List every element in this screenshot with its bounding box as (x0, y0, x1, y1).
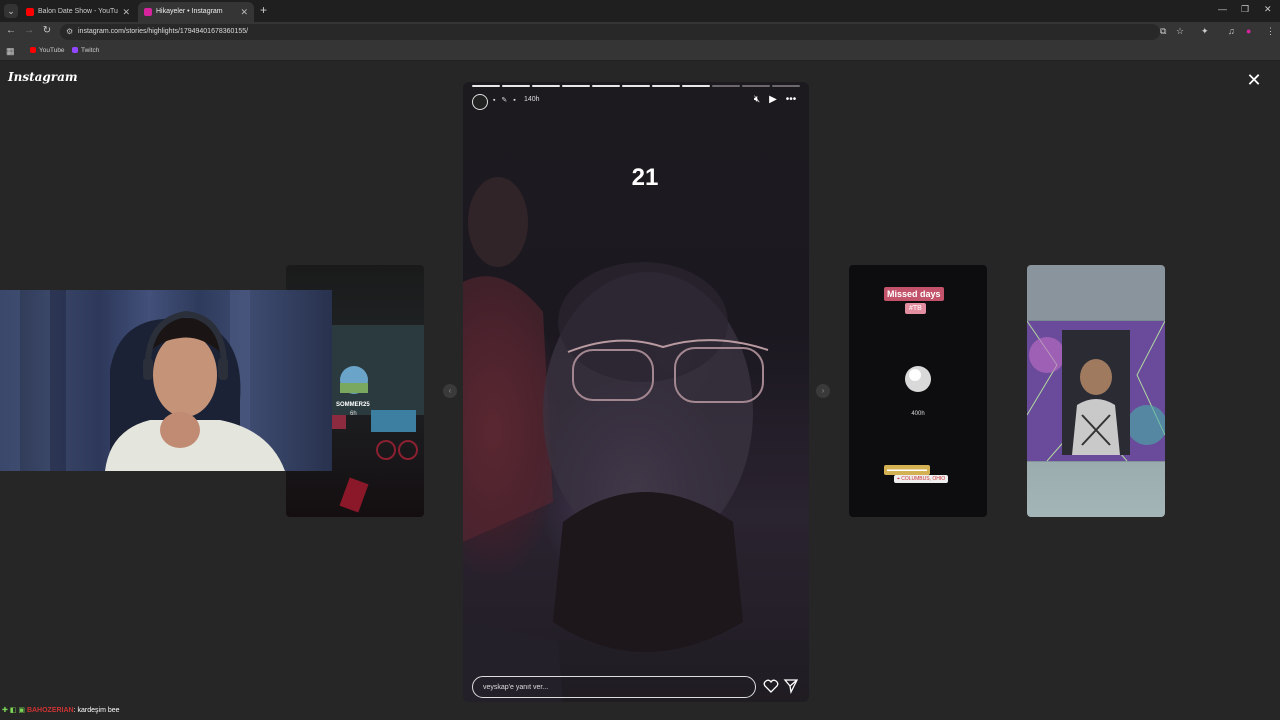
window-close-icon[interactable]: ✕ (1264, 4, 1272, 15)
browser-toolbar: ← → ↻ ⚙ instagram.com/stories/highlights… (0, 22, 1280, 42)
tab-close-icon[interactable]: ✕ (122, 2, 130, 22)
bookmark-youtube[interactable]: YouTube (30, 42, 65, 60)
address-bar[interactable]: ⚙ instagram.com/stories/highlights/17949… (60, 24, 1160, 40)
new-tab-button[interactable]: + (260, 3, 267, 17)
stream-chat-line: ✚ ◧ ▣ BAHOZERIAN: kardeşim bee (2, 706, 120, 714)
menu-kebab-icon[interactable]: ⋮ (1266, 26, 1275, 37)
tab-youtube[interactable]: Balon Date Show - YouTube ✕ (20, 2, 136, 22)
install-app-icon[interactable]: ⧉ (1160, 26, 1166, 37)
chat-badges: ✚ ◧ ▣ (2, 707, 25, 714)
streamer-webcam (0, 290, 332, 471)
profile-icon[interactable]: ● (1246, 26, 1251, 36)
tab-search-button[interactable]: ⌄ (4, 4, 18, 18)
send-icon[interactable] (783, 678, 799, 694)
bookmark-star-icon[interactable]: ☆ (1176, 26, 1184, 37)
site-info-icon[interactable]: ⚙ (66, 24, 73, 40)
bookmark-twitch[interactable]: Twitch (72, 42, 99, 60)
previous-arrow-icon[interactable]: ‹ (443, 384, 457, 398)
preview-mention-sticker: ▬▬▬▬▬▬▬▬ (884, 465, 930, 475)
chat-message: : kardeşim bee (73, 707, 120, 714)
story-number-sticker: 21 (631, 164, 659, 191)
heart-icon[interactable] (763, 678, 779, 694)
next-story-preview-2[interactable] (1027, 265, 1165, 517)
twitch-bookmark-icon (72, 47, 78, 54)
media-control-icon[interactable]: ♫ (1228, 26, 1235, 36)
reload-icon[interactable]: ↻ (40, 25, 54, 36)
instagram-logo[interactable]: Instagram (8, 70, 78, 84)
extensions-icon[interactable]: ✦ (1201, 26, 1209, 37)
glasses-shape (567, 339, 769, 403)
youtube-favicon-icon (26, 8, 34, 16)
close-story-icon[interactable]: ✕ (1244, 70, 1264, 90)
bookmark-twitch-label: Twitch (81, 47, 100, 54)
instagram-favicon-icon (144, 8, 152, 16)
active-story[interactable]: ▪ ✎ ▪ 140h 🔇︎ ▶ ••• 21 veyskap'e yanıt v… (463, 82, 809, 702)
bookmarks-bar: ▦ YouTube Twitch (0, 42, 1280, 61)
minimize-icon[interactable]: — (1218, 4, 1227, 14)
tab-strip: ⌄ Balon Date Show - YouTube ✕ Hikayeler … (0, 0, 1280, 22)
apps-grid-icon[interactable]: ▦ (6, 42, 15, 60)
webcam-person-image (0, 290, 285, 471)
bookmark-youtube-label: YouTube (39, 47, 65, 54)
preview-username: SOMMER25 (336, 402, 370, 408)
next-arrow-icon[interactable]: › (816, 384, 830, 398)
preview-location-sticker: ⌖ COLUMBUS, OHIO (894, 475, 949, 483)
tab-close-icon[interactable]: ✕ (240, 2, 248, 22)
chat-username: BAHOZERIAN (26, 707, 74, 714)
forward-icon[interactable]: → (22, 25, 36, 36)
tab-instagram-title: Hikayeler • Instagram (156, 8, 223, 15)
restore-icon[interactable]: ❐ (1241, 4, 1249, 15)
tab-instagram[interactable]: Hikayeler • Instagram ✕ (138, 2, 254, 22)
reply-input[interactable]: veyskap'e yanıt ver... (472, 676, 756, 698)
psychedelic-art-image (1027, 320, 1165, 462)
preview-time: 6h (350, 411, 357, 417)
next-story-preview[interactable]: Missed days #TB 400h ▬▬▬▬▬▬▬▬ ⌖ COLUMBUS… (849, 265, 987, 517)
preview-location: COLUMBUS, OHIO (901, 476, 946, 482)
url-text: instagram.com/stories/highlights/1794940… (78, 28, 249, 35)
tab-youtube-title: Balon Date Show - YouTube (38, 8, 118, 15)
youtube-bookmark-icon (30, 47, 36, 54)
back-icon[interactable]: ← (4, 25, 18, 36)
preview-time: 400h (911, 411, 925, 417)
